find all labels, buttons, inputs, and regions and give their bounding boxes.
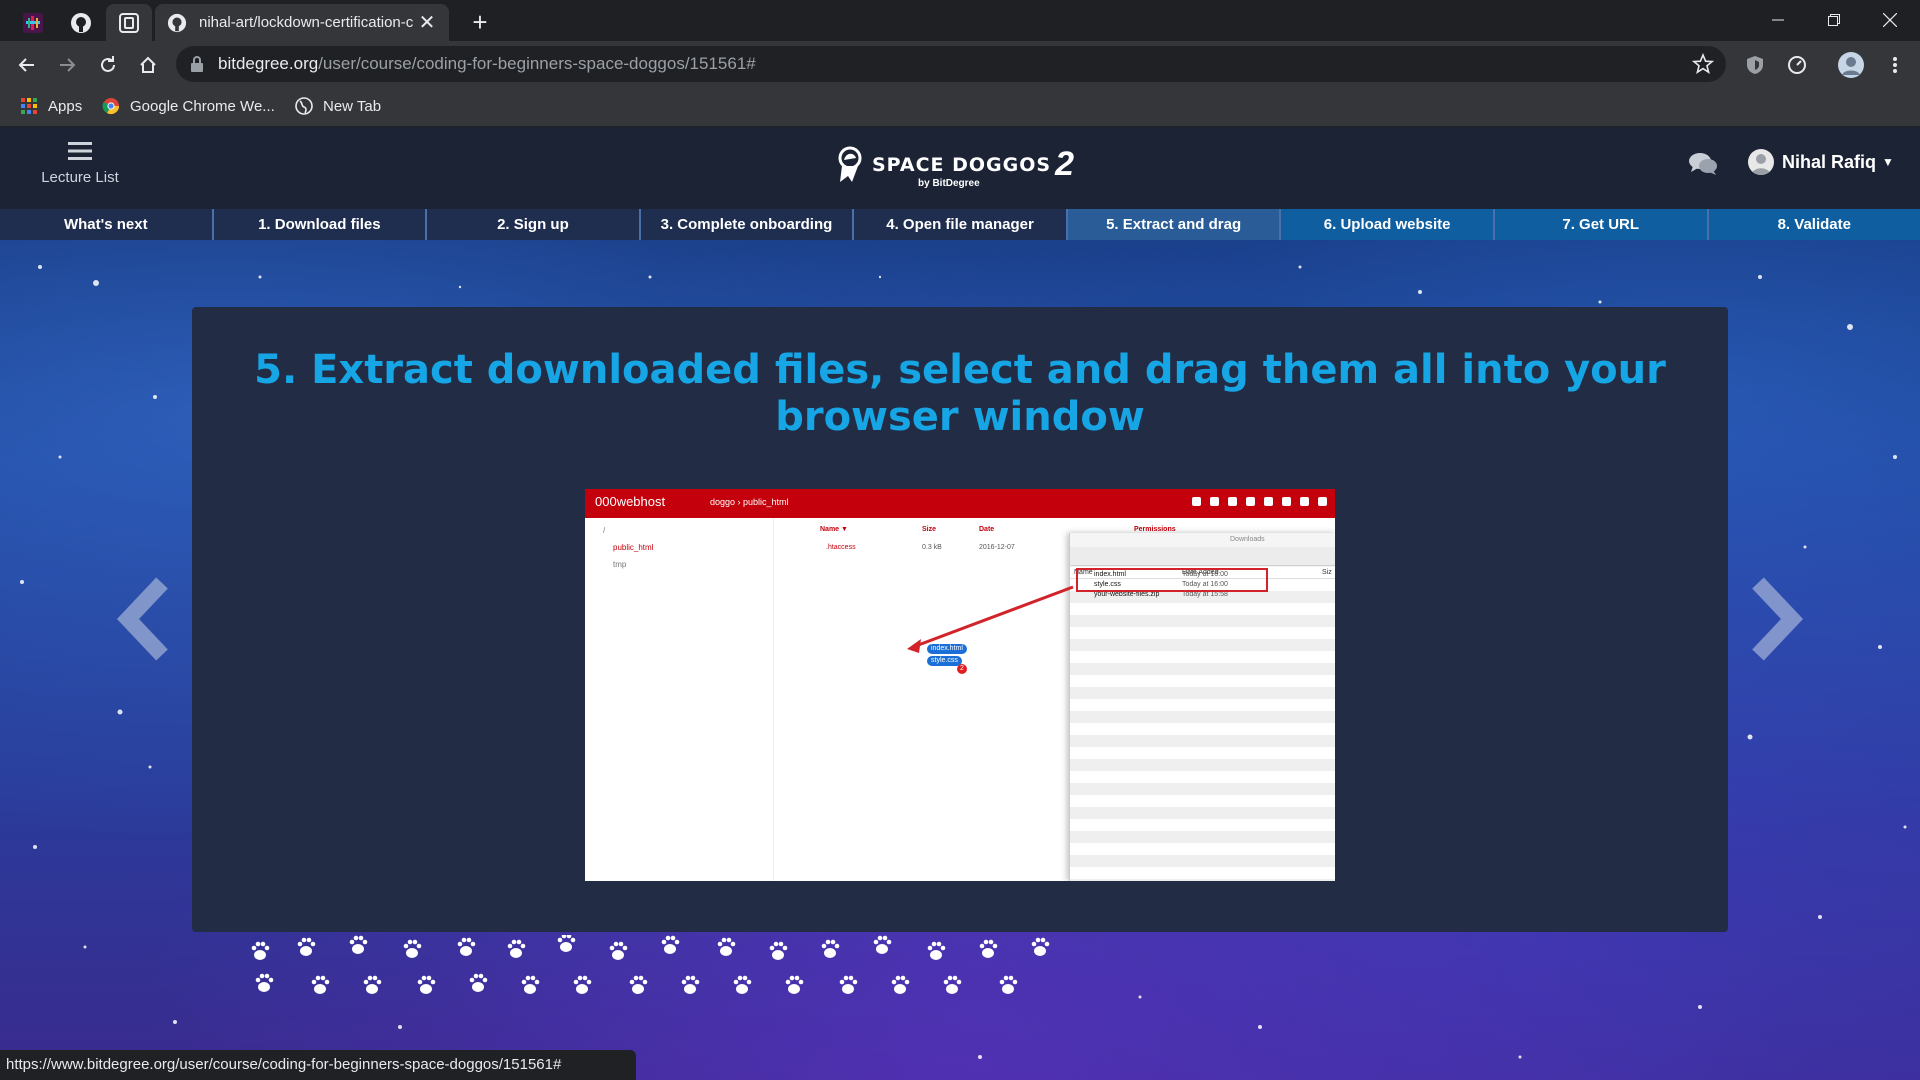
extension-shield-button[interactable] (1740, 50, 1770, 80)
user-menu[interactable]: Nihal Rafiq ▼ (1748, 149, 1894, 175)
step-get-url[interactable]: 7. Get URL (1494, 209, 1709, 240)
bookmarks-bar: Apps Google Chrome We... New Tab (0, 88, 1920, 127)
chrome-menu-button[interactable] (1880, 50, 1910, 80)
hamburger-menu-icon (68, 142, 92, 160)
url-path: /user/course/coding-for-beginners-space-… (318, 54, 756, 73)
drag-count-badge: 2 (957, 664, 967, 674)
bookmark-new-tab[interactable]: New Tab (295, 97, 381, 115)
kebab-menu-icon (1893, 57, 1897, 73)
back-arrow-icon (18, 58, 34, 72)
caret-down-icon: ▼ (1882, 155, 1894, 169)
tab-close-icon[interactable]: ✕ (417, 13, 437, 33)
close-window-button[interactable] (1862, 0, 1918, 40)
close-icon (1883, 13, 1897, 27)
brand-number: 2 (1055, 145, 1074, 183)
chat-bubbles-icon[interactable] (1688, 151, 1718, 177)
step-open-file-manager[interactable]: 4. Open file manager (854, 209, 1068, 240)
minimize-button[interactable] (1750, 0, 1806, 40)
shield-icon (1747, 56, 1763, 74)
profile-avatar-icon (1838, 52, 1864, 78)
globe-icon (295, 97, 313, 115)
step-sign-up[interactable]: 2. Sign up (427, 209, 641, 240)
user-avatar (1748, 149, 1774, 175)
apps-grid-icon (21, 98, 37, 114)
step-whats-next[interactable]: What's next (0, 209, 214, 240)
address-bar[interactable]: bitdegree.org/user/course/coding-for-beg… (176, 46, 1726, 82)
pinned-tab-github[interactable] (58, 4, 104, 41)
bitdegree-icon (119, 12, 139, 33)
github-icon (71, 12, 91, 33)
paw-print-icon (251, 935, 1050, 994)
github-icon (167, 13, 187, 32)
lock-icon (191, 56, 203, 72)
step-upload-website[interactable]: 6. Upload website (1281, 209, 1495, 240)
previous-slide-arrow-icon[interactable] (116, 577, 172, 661)
extension-gauge-button[interactable] (1782, 50, 1812, 80)
tab-github-repo[interactable]: nihal-art/lockdown-certification-c ✕ (155, 4, 449, 41)
forward-button[interactable] (52, 50, 82, 80)
new-tab-button[interactable]: + (466, 8, 494, 36)
step-complete-onboarding[interactable]: 3. Complete onboarding (640, 209, 855, 240)
url-text: bitdegree.org/user/course/coding-for-beg… (218, 54, 756, 74)
drag-item: style.css (927, 656, 962, 666)
back-button[interactable] (12, 50, 42, 80)
lecture-list-label: Lecture List (41, 169, 119, 186)
lecture-list-button[interactable]: Lecture List (30, 141, 130, 186)
bookmark-label: Apps (48, 97, 83, 115)
paw-prints-decoration (251, 935, 1050, 994)
bookmark-chrome-web-store[interactable]: Google Chrome We... (102, 97, 275, 115)
profile-avatar-button[interactable] (1836, 50, 1866, 80)
step-download-files[interactable]: 1. Download files (213, 209, 428, 240)
bookmark-label: Google Chrome We... (130, 97, 275, 115)
instruction-screenshot: 000webhost doggo › public_html / public_… (585, 489, 1335, 881)
chrome-icon (102, 98, 120, 115)
url-host: bitdegree.org (218, 54, 319, 73)
drag-arrow (907, 585, 1074, 653)
astronaut-dog-logo-icon (838, 146, 862, 182)
brand-name: SPACE DOGGOS (872, 153, 1052, 176)
bookmark-apps[interactable]: Apps (20, 97, 82, 115)
browser-title-bar: nihal-art/lockdown-certification-c ✕ + (0, 0, 1920, 41)
reload-icon (101, 56, 115, 72)
browser-toolbar: bitdegree.org/user/course/coding-for-beg… (0, 41, 1920, 88)
pinned-tab-slack[interactable] (10, 4, 56, 41)
drag-item: index.html (927, 644, 967, 654)
minimize-icon (1772, 19, 1784, 21)
status-bar-url: https://www.bitdegree.org/user/course/co… (0, 1050, 636, 1080)
lesson-title: 5. Extract downloaded files, select and … (254, 347, 1666, 440)
bookmark-label: New Tab (323, 97, 382, 115)
home-icon (140, 56, 156, 73)
forward-arrow-icon (60, 58, 76, 72)
bookmark-star-icon[interactable] (1692, 53, 1714, 75)
page-viewport: Lecture List SPACE DOGGOS 2 by BitDegree… (0, 127, 1920, 1080)
tab-title: nihal-art/lockdown-certification-c (199, 14, 414, 31)
reload-button[interactable] (93, 50, 123, 80)
lesson-card: 5. Extract downloaded files, select and … (192, 307, 1728, 932)
user-avatar-icon (1751, 154, 1771, 175)
restore-icon (1828, 14, 1840, 26)
space-doggos-logo[interactable]: SPACE DOGGOS 2 by BitDegree (836, 145, 1074, 189)
home-button[interactable] (133, 50, 163, 80)
gauge-icon (1788, 56, 1806, 74)
step-extract-and-drag[interactable]: 5. Extract and drag (1067, 209, 1282, 240)
step-validate[interactable]: 8. Validate (1708, 209, 1920, 240)
brand-subtitle: by BitDegree (918, 178, 980, 189)
site-header: Lecture List SPACE DOGGOS 2 by BitDegree… (0, 127, 1920, 209)
slack-icon (23, 12, 43, 33)
lesson-steps-nav: What's next 1. Download files 2. Sign up… (0, 209, 1920, 240)
user-name: Nihal Rafiq (1782, 151, 1877, 172)
next-slide-arrow-icon[interactable] (1748, 577, 1804, 661)
restore-button[interactable] (1806, 0, 1862, 40)
pinned-tab-bitdegree[interactable] (106, 4, 152, 41)
